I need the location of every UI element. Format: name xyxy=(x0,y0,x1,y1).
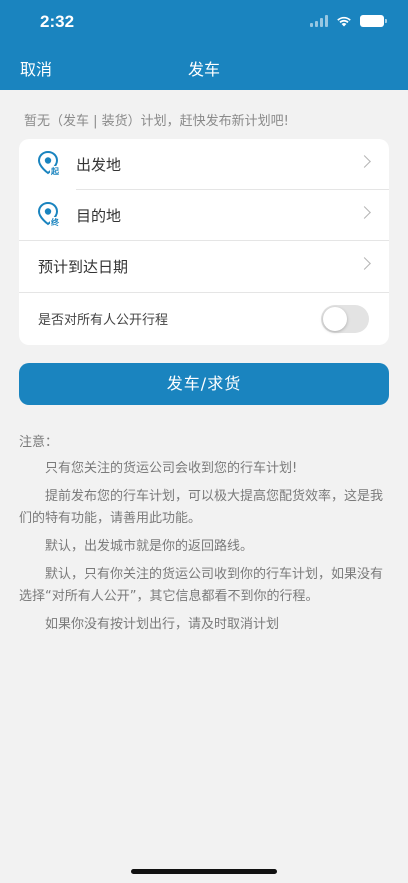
destination-label: 目的地 xyxy=(76,207,122,225)
wifi-icon xyxy=(337,16,351,27)
chevron-right-icon xyxy=(358,257,371,270)
chevron-right-icon xyxy=(358,155,371,168)
note-item: 如果你没有按计划出行，请及时取消计划 xyxy=(45,617,280,632)
public-trip-label: 是否对所有人公开行程 xyxy=(38,313,169,328)
cellular-signal-icon xyxy=(310,15,328,27)
empty-plan-hint: 暂无（发车 | 装货）计划，赶快发布新计划吧! xyxy=(24,114,289,129)
notes-title: 注意： xyxy=(19,435,59,450)
submit-button[interactable]: 发车/求货 xyxy=(19,363,389,405)
status-icons xyxy=(310,15,387,27)
toggle-knob xyxy=(323,307,347,331)
top-bar: 2:32 取消 发车 xyxy=(0,0,408,90)
arrival-date-row[interactable]: 预计到达日期 xyxy=(19,241,389,292)
note-item: 只有您关注的货运公司会收到您的行车计划! xyxy=(45,461,298,476)
destination-badge: 终 xyxy=(51,218,59,227)
navigation-bar: 取消 发车 xyxy=(0,46,408,86)
cancel-button[interactable]: 取消 xyxy=(20,56,52,80)
public-trip-toggle[interactable] xyxy=(321,305,369,333)
origin-label: 出发地 xyxy=(76,156,122,174)
origin-badge: 起 xyxy=(51,167,59,176)
home-indicator xyxy=(131,869,277,874)
note-item: 默认，出发城市就是你的返回路线。 xyxy=(45,539,254,554)
status-time: 2:32 xyxy=(40,12,75,31)
note-item: 提前发布您的行车计划，可以极大提高您配货效率，这是我们的特有功能，请善用此功能。 xyxy=(19,489,384,526)
public-trip-row: 是否对所有人公开行程 xyxy=(19,293,389,344)
chevron-right-icon xyxy=(358,206,371,219)
destination-row[interactable]: 终 目的地 xyxy=(19,190,389,241)
page-title: 发车 xyxy=(187,60,220,79)
battery-icon xyxy=(360,15,387,27)
trip-form-card: 起 出发地 终 目的地 预计到达日期 是否对所有人公开行程 xyxy=(19,139,389,345)
arrival-date-label: 预计到达日期 xyxy=(38,258,129,276)
status-bar: 2:32 xyxy=(0,12,408,36)
notes-section: 注意： 只有您关注的货运公司会收到您的行车计划! 提前发布您的行车计划，可以极大… xyxy=(19,432,389,642)
origin-row[interactable]: 起 出发地 xyxy=(19,139,389,190)
note-item: 默认，只有你关注的货运公司收到你的行车计划，如果没有选择“对所有人公开”，其它信… xyxy=(19,567,384,604)
